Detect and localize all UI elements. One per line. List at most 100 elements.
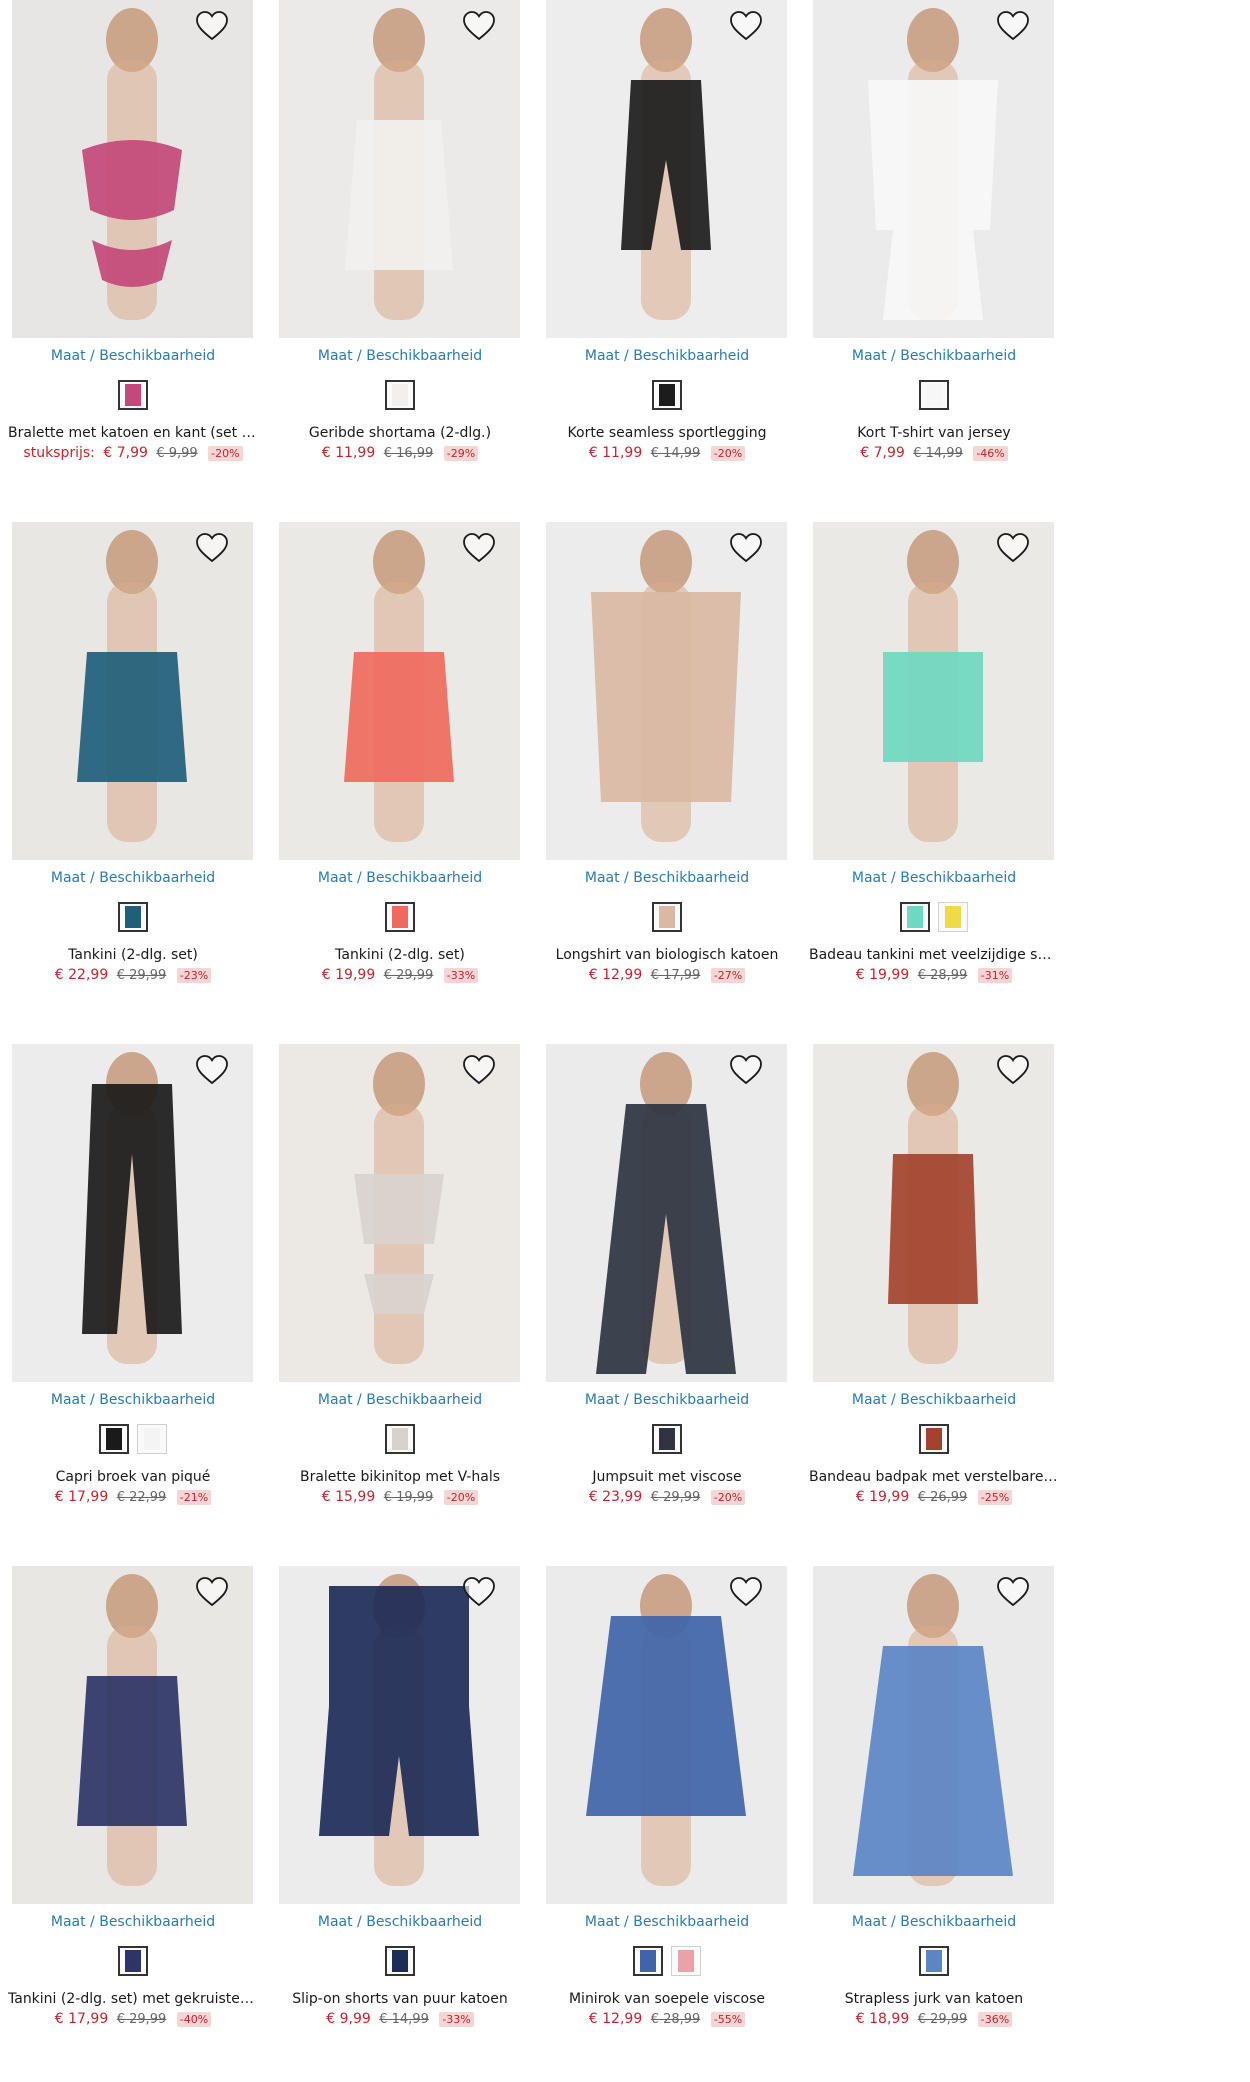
- color-swatch[interactable]: [385, 1946, 415, 1976]
- heart-icon[interactable]: [995, 1052, 1031, 1088]
- size-availability-link[interactable]: Maat / Beschikbaarheid: [0, 1392, 266, 1408]
- product-photo-placeholder: [12, 522, 253, 860]
- product-title[interactable]: Tankini (2-dlg. set) met gekruiste b...: [8, 1991, 258, 2007]
- color-swatch[interactable]: [919, 1946, 949, 1976]
- product-photo-placeholder: [546, 522, 787, 860]
- color-swatch[interactable]: [118, 902, 148, 932]
- product-title[interactable]: Kort T-shirt van jersey: [809, 425, 1059, 441]
- color-swatch[interactable]: [137, 1424, 167, 1454]
- heart-icon[interactable]: [461, 8, 497, 44]
- product-title[interactable]: Jumpsuit met viscose: [542, 1469, 792, 1485]
- size-availability-link[interactable]: Maat / Beschikbaarheid: [267, 1392, 533, 1408]
- product-image[interactable]: [546, 522, 787, 860]
- heart-icon[interactable]: [995, 530, 1031, 566]
- product-title[interactable]: Minirok van soepele viscose: [542, 1991, 792, 2007]
- heart-icon[interactable]: [995, 8, 1031, 44]
- product-title[interactable]: Slip-on shorts van puur katoen: [275, 1991, 525, 2007]
- product-image[interactable]: [279, 1044, 520, 1382]
- color-swatch[interactable]: [900, 902, 930, 932]
- heart-icon[interactable]: [461, 530, 497, 566]
- heart-icon[interactable]: [461, 1052, 497, 1088]
- price-row: € 15,99 € 19,99 -20%: [267, 1489, 533, 1505]
- size-availability-link[interactable]: Maat / Beschikbaarheid: [267, 1914, 533, 1930]
- size-availability-link[interactable]: Maat / Beschikbaarheid: [801, 1914, 1067, 1930]
- price-row: stuksprijs: € 7,99 € 9,99 -20%: [0, 445, 266, 461]
- price-row: € 23,99 € 29,99 -20%: [534, 1489, 800, 1505]
- product-image[interactable]: [546, 1044, 787, 1382]
- product-photo-placeholder: [546, 1044, 787, 1382]
- heart-icon[interactable]: [194, 1574, 230, 1610]
- color-swatches: [801, 902, 1067, 932]
- color-swatch[interactable]: [385, 380, 415, 410]
- color-swatches: [267, 1424, 533, 1454]
- color-swatch[interactable]: [919, 380, 949, 410]
- size-availability-link[interactable]: Maat / Beschikbaarheid: [534, 870, 800, 886]
- color-swatch[interactable]: [938, 902, 968, 932]
- size-availability-link[interactable]: Maat / Beschikbaarheid: [801, 870, 1067, 886]
- product-image[interactable]: [279, 0, 520, 338]
- product-image[interactable]: [279, 522, 520, 860]
- size-availability-link[interactable]: Maat / Beschikbaarheid: [801, 348, 1067, 364]
- size-availability-link[interactable]: Maat / Beschikbaarheid: [534, 348, 800, 364]
- product-title[interactable]: Badeau tankini met veelzijdige sch...: [809, 947, 1059, 963]
- color-swatch[interactable]: [919, 1424, 949, 1454]
- heart-icon[interactable]: [194, 530, 230, 566]
- size-availability-link[interactable]: Maat / Beschikbaarheid: [801, 1392, 1067, 1408]
- size-availability-link[interactable]: Maat / Beschikbaarheid: [267, 348, 533, 364]
- product-title[interactable]: Bralette met katoen en kant (set va...: [8, 425, 258, 441]
- product-image[interactable]: [546, 1566, 787, 1904]
- product-image[interactable]: [12, 1044, 253, 1382]
- color-swatch[interactable]: [633, 1946, 663, 1976]
- price-row: € 18,99 € 29,99 -36%: [801, 2011, 1067, 2027]
- original-price: € 29,99: [650, 1490, 701, 1505]
- sale-price: € 12,99: [588, 2011, 643, 2027]
- heart-icon[interactable]: [728, 530, 764, 566]
- size-availability-link[interactable]: Maat / Beschikbaarheid: [534, 1392, 800, 1408]
- product-image[interactable]: [813, 0, 1054, 338]
- product-image[interactable]: [813, 1566, 1054, 1904]
- product-image[interactable]: [279, 1566, 520, 1904]
- product-image[interactable]: [12, 1566, 253, 1904]
- color-swatch[interactable]: [652, 380, 682, 410]
- size-availability-link[interactable]: Maat / Beschikbaarheid: [0, 870, 266, 886]
- color-swatch[interactable]: [118, 1946, 148, 1976]
- product-photo-placeholder: [279, 522, 520, 860]
- heart-icon[interactable]: [728, 8, 764, 44]
- discount-badge: -33%: [439, 2012, 474, 2027]
- heart-icon[interactable]: [194, 8, 230, 44]
- product-image[interactable]: [546, 0, 787, 338]
- original-price: € 29,99: [383, 968, 434, 983]
- product-title[interactable]: Geribde shortama (2-dlg.): [275, 425, 525, 441]
- size-availability-link[interactable]: Maat / Beschikbaarheid: [0, 1914, 266, 1930]
- product-title[interactable]: Tankini (2-dlg. set): [275, 947, 525, 963]
- discount-badge: -20%: [710, 446, 746, 461]
- product-title[interactable]: Tankini (2-dlg. set): [8, 947, 258, 963]
- color-swatch[interactable]: [99, 1424, 129, 1454]
- product-title[interactable]: Bandeau badpak met verstelbare b...: [809, 1469, 1059, 1485]
- color-swatch[interactable]: [385, 902, 415, 932]
- color-swatch[interactable]: [652, 902, 682, 932]
- product-image[interactable]: [12, 522, 253, 860]
- original-price: € 28,99: [917, 968, 968, 983]
- product-title[interactable]: Longshirt van biologisch katoen: [542, 947, 792, 963]
- size-availability-link[interactable]: Maat / Beschikbaarheid: [534, 1914, 800, 1930]
- product-image[interactable]: [813, 522, 1054, 860]
- product-title[interactable]: Capri broek van piqué: [8, 1469, 258, 1485]
- product-title[interactable]: Bralette bikinitop met V-hals: [275, 1469, 525, 1485]
- product-image[interactable]: [813, 1044, 1054, 1382]
- color-swatch[interactable]: [118, 380, 148, 410]
- heart-icon[interactable]: [728, 1052, 764, 1088]
- color-swatch[interactable]: [652, 1424, 682, 1454]
- color-swatch[interactable]: [385, 1424, 415, 1454]
- original-price: € 14,99: [650, 446, 701, 461]
- heart-icon[interactable]: [194, 1052, 230, 1088]
- heart-icon[interactable]: [728, 1574, 764, 1610]
- heart-icon[interactable]: [995, 1574, 1031, 1610]
- size-availability-link[interactable]: Maat / Beschikbaarheid: [267, 870, 533, 886]
- heart-icon[interactable]: [461, 1574, 497, 1610]
- product-title[interactable]: Korte seamless sportlegging: [542, 425, 792, 441]
- product-image[interactable]: [12, 0, 253, 338]
- size-availability-link[interactable]: Maat / Beschikbaarheid: [0, 348, 266, 364]
- color-swatch[interactable]: [671, 1946, 701, 1976]
- product-title[interactable]: Strapless jurk van katoen: [809, 1991, 1059, 2007]
